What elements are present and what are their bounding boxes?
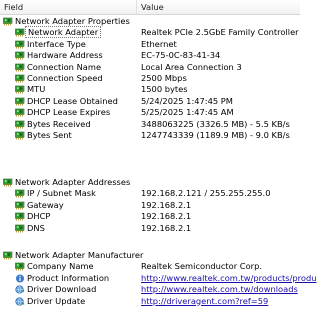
network-card-icon (15, 63, 25, 72)
field-value: 3488063225 (3326.5 MB) - 5.5 KB/s (141, 118, 290, 129)
field-value: Realtek Semiconductor Corp. (141, 261, 262, 272)
field-value: 192.168.2.1 (141, 199, 192, 210)
field-value: Local Area Connection 3 (141, 61, 242, 72)
property-row-dhcp-lease-obtained[interactable]: DHCP Lease Obtained 5/24/2025 1:47:45 PM (0, 96, 300, 107)
property-row-gateway[interactable]: Gateway 192.168.2.1 (0, 200, 300, 211)
field-value: Realtek PCIe 2.5GbE Family Controller (141, 27, 299, 38)
property-row-network-adapter[interactable]: Network Adapter Realtek PCIe 2.5GbE Famil… (0, 26, 300, 39)
group-header[interactable]: Network Adapter Addresses (0, 177, 300, 188)
group-header[interactable]: Network Adapter Manufacturer (0, 250, 300, 261)
field-value: 5/25/2025 1:47:45 AM (141, 107, 234, 118)
network-card-icon (15, 85, 25, 94)
network-card-icon (3, 17, 13, 26)
globe-download-icon (15, 285, 25, 294)
field-value: 192.168.2.1 (141, 222, 192, 233)
value-link[interactable]: http://www.realtek.com.tw/downloads (141, 284, 298, 295)
network-card-icon (15, 108, 25, 117)
property-row-driver-download[interactable]: Driver Download http://www.realtek.com.tw… (0, 284, 300, 295)
property-row-driver-update[interactable]: Driver Update http://driveragent.com?ref=… (0, 296, 300, 307)
field-label: Company Name (27, 261, 94, 272)
property-row-ip-subnet-mask[interactable]: IP / Subnet Mask 192.168.2.121 / 255.255.… (0, 188, 300, 199)
network-card-icon (15, 28, 25, 37)
network-card-icon (15, 74, 25, 83)
field-label: Connection Name (27, 61, 102, 72)
field-value: 192.168.2.121 / 255.255.255.0 (141, 188, 271, 199)
network-card-icon (15, 131, 25, 140)
value-column-header[interactable]: Value (137, 0, 301, 14)
column-header: Field Value (0, 0, 300, 15)
group-title: Network Adapter Addresses (15, 177, 131, 187)
field-value: 1247743339 (1189.9 MB) - 9.0 KB/s (141, 129, 290, 140)
field-value: EC-75-0C-83-41-34 (141, 50, 221, 61)
field-label: Gateway (27, 199, 64, 210)
network-card-icon (15, 97, 25, 106)
field-column-header[interactable]: Field (0, 0, 137, 14)
field-label: Product Information (27, 272, 110, 283)
network-card-icon (15, 262, 25, 271)
network-card-icon (15, 212, 25, 221)
field-label: Interface Type (27, 38, 86, 49)
field-value: Ethernet (141, 38, 177, 49)
field-value: 2500 Mbps (141, 72, 187, 83)
property-row-bytes-received[interactable]: Bytes Received 3488063225 (3326.5 MB) - 5… (0, 119, 300, 130)
network-card-icon (15, 201, 25, 210)
network-card-icon (15, 189, 25, 198)
field-label: IP / Subnet Mask (27, 188, 96, 199)
field-label: Driver Download (27, 284, 97, 295)
info-icon (15, 274, 25, 283)
field-label: DHCP (27, 211, 51, 222)
property-row-hardware-address[interactable]: Hardware Address EC-75-0C-83-41-34 (0, 50, 300, 61)
property-row-dhcp-lease-expires[interactable]: DHCP Lease Expires 5/25/2025 1:47:45 AM (0, 107, 300, 118)
field-value: 5/24/2025 1:47:45 PM (141, 95, 233, 106)
field-label: DHCP Lease Obtained (27, 95, 118, 106)
property-row-connection-name[interactable]: Connection Name Local Area Connection 3 (0, 62, 300, 73)
property-row-dhcp[interactable]: DHCP 192.168.2.1 (0, 211, 300, 222)
network-card-icon (15, 51, 25, 60)
field-label: Connection Speed (27, 72, 103, 83)
field-label: DNS (27, 222, 45, 233)
group-title: Network Adapter Manufacturer (15, 250, 144, 260)
field-value: 1500 bytes (141, 84, 188, 95)
group-network-adapter-properties: Network Adapter Properties Network Adapte… (0, 16, 300, 141)
field-label: DHCP Lease Expires (27, 107, 111, 118)
field-label: Bytes Received (27, 118, 91, 129)
property-row-company-name[interactable]: Company Name Realtek Semiconductor Corp. (0, 261, 300, 272)
network-card-icon (15, 40, 25, 49)
field-label: Network Adapter (25, 26, 102, 39)
property-row-product-information[interactable]: Product Information http://www.realtek.co… (0, 272, 317, 284)
globe-update-icon (15, 296, 25, 306)
property-row-dns[interactable]: DNS 192.168.2.1 (0, 223, 300, 234)
property-row-mtu[interactable]: MTU 1500 bytes (0, 84, 300, 95)
field-value: 192.168.2.1 (141, 211, 192, 222)
field-label: Driver Update (27, 295, 86, 306)
network-card-icon (3, 251, 13, 260)
property-row-interface-type[interactable]: Interface Type Ethernet (0, 39, 300, 50)
field-label: Bytes Sent (27, 129, 72, 140)
field-label: Hardware Address (27, 50, 103, 61)
network-card-icon (15, 120, 25, 129)
property-row-connection-speed[interactable]: Connection Speed 2500 Mbps (0, 73, 300, 84)
value-link[interactable]: http://www.realtek.com.tw/products/produ (141, 273, 317, 284)
group-network-adapter-manufacturer: Network Adapter Manufacturer Company Name… (0, 250, 317, 307)
property-row-bytes-sent[interactable]: Bytes Sent 1247743339 (1189.9 MB) - 9.0 K… (0, 130, 300, 141)
field-label: MTU (27, 84, 46, 95)
group-network-adapter-addresses: Network Adapter Addresses IP / Subnet Mas… (0, 177, 300, 234)
network-card-icon (3, 178, 13, 187)
network-card-icon (15, 224, 25, 233)
value-link[interactable]: http://driveragent.com?ref=59 (141, 296, 268, 307)
